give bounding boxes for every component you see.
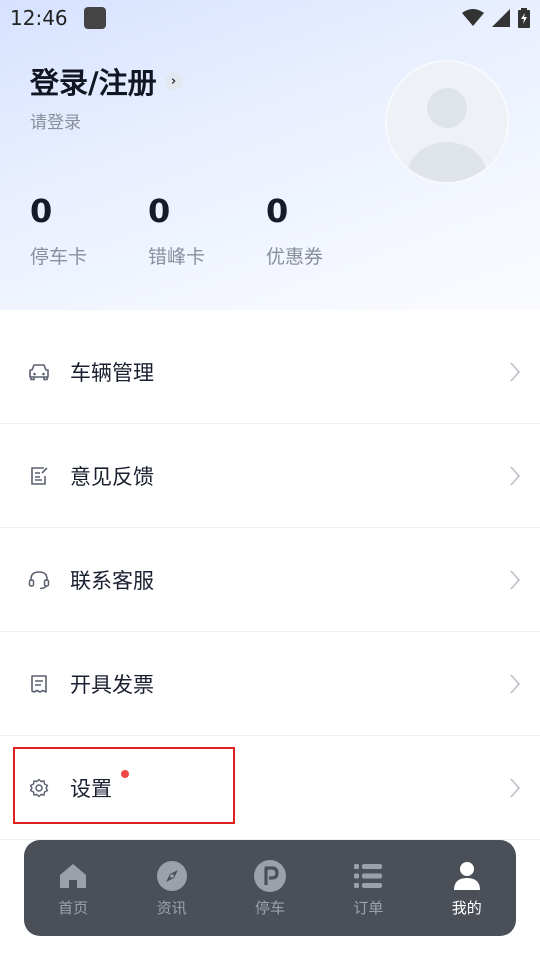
menu-label: 意见反馈 — [70, 464, 154, 489]
stat-parking-card[interactable]: 0 停车卡 — [30, 192, 87, 269]
invoice-icon — [28, 673, 50, 695]
tab-label: 我的 — [451, 898, 482, 917]
chevron-right-icon — [510, 778, 520, 797]
status-time: 12:46 — [10, 6, 68, 30]
stat-label: 优惠券 — [266, 246, 324, 268]
stat-value: 0 — [266, 192, 289, 230]
stat-coupons[interactable]: 0 优惠券 — [266, 192, 323, 269]
parking-icon — [253, 859, 287, 893]
battery-icon — [518, 8, 530, 28]
default-avatar-icon — [387, 62, 507, 182]
tab-label: 资讯 — [156, 898, 187, 917]
list-icon — [351, 859, 385, 893]
menu-label: 车辆管理 — [70, 360, 154, 385]
login-register-title[interactable]: 登录/注册 — [30, 60, 157, 102]
tab-parking[interactable]: 停车 — [225, 859, 315, 918]
stat-offpeak-card[interactable]: 0 错峰卡 — [148, 192, 205, 269]
login-register-link[interactable]: 登录/注册 › — [30, 60, 183, 102]
tab-orders[interactable]: 订单 — [323, 859, 413, 918]
stat-label: 停车卡 — [30, 246, 88, 268]
app-notification-icon — [83, 7, 106, 29]
menu-item-customer-service[interactable]: 联系客服 — [0, 528, 540, 632]
menu-label: 联系客服 — [70, 568, 154, 593]
chevron-right-icon — [510, 466, 520, 485]
chevron-right-icon — [510, 362, 520, 381]
status-icons — [462, 8, 530, 28]
chevron-right-icon — [510, 674, 520, 693]
tab-label: 订单 — [353, 898, 384, 917]
menu-item-invoice[interactable]: 开具发票 — [0, 632, 540, 736]
car-icon — [28, 361, 50, 383]
chevron-right-icon — [510, 570, 520, 589]
tab-news[interactable]: 资讯 — [127, 859, 217, 918]
tab-label: 停车 — [254, 898, 285, 917]
headset-icon — [28, 569, 50, 591]
signal-icon — [492, 9, 510, 27]
tab-mine[interactable]: 我的 — [422, 859, 512, 918]
avatar[interactable] — [387, 62, 507, 182]
stat-label: 错峰卡 — [148, 246, 206, 268]
settings-highlight-box — [13, 747, 235, 824]
person-icon — [450, 859, 484, 893]
menu-item-feedback[interactable]: 意见反馈 — [0, 424, 540, 528]
chevron-right-icon[interactable]: › — [164, 72, 183, 90]
menu-item-vehicle-management[interactable]: 车辆管理 — [0, 320, 540, 424]
stat-value: 0 — [148, 192, 171, 230]
status-bar: 12:46 — [0, 0, 540, 36]
home-icon — [56, 859, 90, 893]
tab-home[interactable]: 首页 — [28, 859, 118, 918]
login-prompt: 请登录 — [30, 113, 81, 133]
compass-icon — [155, 859, 189, 893]
bottom-tab-bar: 首页 资讯 停车 订单 我的 — [24, 840, 516, 936]
menu-label: 开具发票 — [70, 672, 154, 697]
stat-value: 0 — [30, 192, 53, 230]
wifi-icon — [462, 9, 484, 26]
tab-label: 首页 — [58, 898, 89, 917]
feedback-icon — [28, 465, 50, 487]
